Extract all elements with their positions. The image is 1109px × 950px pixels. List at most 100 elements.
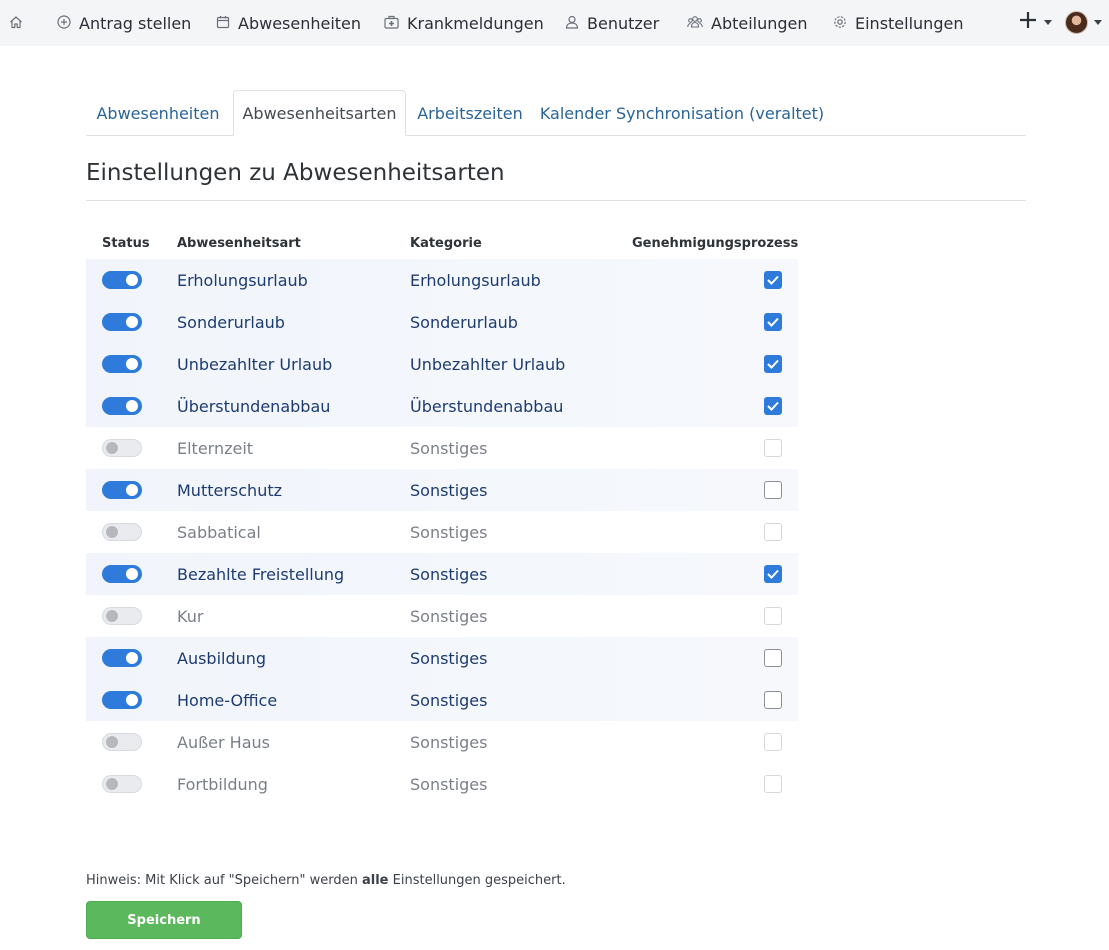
save-hint: Hinweis: Mit Klick auf "Speichern" werde… [86, 873, 566, 888]
approval-checkbox[interactable] [764, 523, 782, 541]
nav-item-label: Krankmeldungen [407, 13, 544, 33]
absence-type-name: Unbezahlter Urlaub [177, 354, 333, 374]
approval-checkbox[interactable] [764, 397, 782, 415]
status-toggle[interactable] [102, 271, 142, 289]
tab-arbeitszeiten[interactable]: Arbeitszeiten [410, 90, 530, 136]
home-icon[interactable] [9, 13, 25, 31]
table-row: Kur Sonstiges [86, 595, 798, 637]
status-toggle[interactable] [102, 313, 142, 331]
add-menu-button[interactable] [1018, 10, 1052, 34]
chevron-down-icon [1094, 19, 1102, 25]
nav-item-label: Abwesenheiten [238, 13, 362, 33]
toggle-knob [126, 400, 138, 412]
category-name: Überstundenabbau [410, 396, 564, 416]
table-row: Fortbildung Sonstiges [86, 763, 798, 805]
plus-icon [1018, 10, 1038, 34]
absence-type-name: Außer Haus [177, 732, 270, 752]
column-header-status: Status [102, 236, 150, 251]
category-name: Sonstiges [410, 606, 488, 626]
absence-type-name: Home-Office [177, 690, 278, 710]
hint-text: Einstellungen gespeichert. [388, 873, 566, 888]
user-menu-button[interactable] [1065, 10, 1102, 34]
nav-item-einstellungen[interactable]: Einstellungen [833, 0, 963, 46]
approval-checkbox[interactable] [764, 607, 782, 625]
calendar-icon [216, 14, 230, 33]
absence-type-name: Überstundenabbau [177, 396, 331, 416]
category-name: Unbezahlter Urlaub [410, 354, 566, 374]
table-row: Sabbatical Sonstiges [86, 511, 798, 553]
category-name: Sonderurlaub [410, 312, 518, 332]
status-toggle[interactable] [102, 649, 142, 667]
status-toggle[interactable] [102, 691, 142, 709]
user-icon [565, 14, 579, 33]
approval-checkbox[interactable] [764, 733, 782, 751]
status-toggle[interactable] [102, 733, 142, 751]
status-toggle[interactable] [102, 355, 142, 373]
absence-type-name: Bezahlte Freistellung [177, 564, 345, 584]
nav-item-antrag-stellen[interactable]: Antrag stellen [57, 0, 191, 46]
nav-item-label: Benutzer [587, 13, 660, 33]
table-row: Ausbildung Sonstiges [86, 637, 798, 679]
category-name: Erholungsurlaub [410, 270, 541, 290]
settings-tabs: Abwesenheiten Abwesenheitsarten Arbeitsz… [86, 90, 1026, 136]
top-navigation: Antrag stellen Abwesenheiten Krankmeldun… [0, 0, 1109, 46]
category-name: Sonstiges [410, 732, 488, 752]
status-toggle[interactable] [102, 565, 142, 583]
nav-item-label: Antrag stellen [79, 13, 192, 33]
column-header-approval-process: Genehmigungsprozess [632, 236, 799, 251]
tab-kalender-synchronisation[interactable]: Kalender Synchronisation (veraltet) [540, 90, 824, 136]
approval-checkbox[interactable] [764, 565, 782, 583]
status-toggle[interactable] [102, 439, 142, 457]
hint-text: Hinweis: Mit Klick auf "Speichern" werde… [86, 873, 362, 888]
hint-emphasis: alle [362, 873, 389, 888]
users-group-icon [687, 14, 703, 33]
table-row: Elternzeit Sonstiges [86, 427, 798, 469]
approval-checkbox[interactable] [764, 271, 782, 289]
page-title: Einstellungen zu Abwesenheitsarten [86, 160, 505, 186]
category-name: Sonstiges [410, 522, 488, 542]
category-name: Sonstiges [410, 690, 488, 710]
nav-item-label: Abteilungen [711, 13, 808, 33]
absence-type-name: Erholungsurlaub [177, 270, 308, 290]
save-button[interactable]: Speichern [86, 901, 242, 939]
divider [86, 200, 1026, 201]
absence-type-name: Sonderurlaub [177, 312, 285, 332]
toggle-knob [106, 778, 118, 790]
nav-item-abteilungen[interactable]: Abteilungen [687, 0, 808, 46]
status-toggle[interactable] [102, 481, 142, 499]
nav-item-krankmeldungen[interactable]: Krankmeldungen [384, 0, 544, 46]
approval-checkbox[interactable] [764, 355, 782, 373]
avatar [1065, 10, 1088, 34]
approval-checkbox[interactable] [764, 691, 782, 709]
status-toggle[interactable] [102, 607, 142, 625]
approval-checkbox[interactable] [764, 439, 782, 457]
column-header-absence-type: Abwesenheitsart [177, 236, 301, 251]
category-name: Sonstiges [410, 564, 488, 584]
nav-item-benutzer[interactable]: Benutzer [565, 0, 659, 46]
tab-abwesenheiten[interactable]: Abwesenheiten [86, 90, 230, 136]
table-row: Mutterschutz Sonstiges [86, 469, 798, 511]
status-toggle[interactable] [102, 397, 142, 415]
tab-abwesenheitsarten[interactable]: Abwesenheitsarten [233, 90, 406, 136]
category-name: Sonstiges [410, 438, 488, 458]
table-row: Überstundenabbau Überstundenabbau [86, 385, 798, 427]
toggle-knob [126, 652, 138, 664]
approval-checkbox[interactable] [764, 481, 782, 499]
absence-type-name: Fortbildung [177, 774, 268, 794]
toggle-knob [106, 526, 118, 538]
approval-checkbox[interactable] [764, 649, 782, 667]
toggle-knob [126, 694, 138, 706]
table-row: Erholungsurlaub Erholungsurlaub [86, 259, 798, 301]
gear-icon [833, 14, 847, 33]
status-toggle[interactable] [102, 775, 142, 793]
status-toggle[interactable] [102, 523, 142, 541]
chevron-down-icon [1044, 19, 1052, 25]
medical-bag-icon [384, 14, 399, 33]
absence-type-name: Sabbatical [177, 522, 261, 542]
approval-checkbox[interactable] [764, 313, 782, 331]
nav-item-abwesenheiten[interactable]: Abwesenheiten [216, 0, 361, 46]
toggle-knob [126, 484, 138, 496]
toggle-knob [126, 316, 138, 328]
approval-checkbox[interactable] [764, 775, 782, 793]
absence-type-name: Elternzeit [177, 438, 254, 458]
